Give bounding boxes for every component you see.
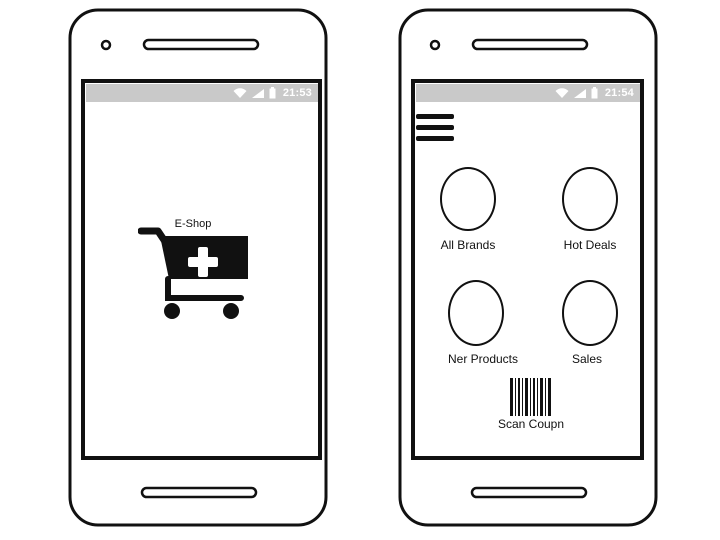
signal-icon: [251, 88, 264, 98]
phone-home: 21:54 All Brands Hot Deals Ner Products …: [392, 0, 662, 540]
tile-new-products-button[interactable]: [448, 280, 504, 346]
status-bar: 21:54: [416, 84, 640, 102]
hamburger-menu-icon[interactable]: [416, 114, 454, 147]
scan-coupon-label: Scan Coupn: [497, 417, 565, 431]
home-screen: 21:54 All Brands Hot Deals Ner Products …: [416, 84, 640, 456]
status-time: 21:53: [282, 87, 312, 99]
wifi-icon: [555, 87, 569, 98]
status-time: 21:54: [604, 87, 634, 99]
tile-hot-deals-button[interactable]: [562, 167, 618, 231]
phone-splash: 21:53 E-Shop: [62, 0, 332, 540]
barcode-icon[interactable]: [510, 378, 552, 416]
signal-icon: [573, 88, 586, 98]
shopping-cart-icon: [138, 227, 248, 319]
battery-icon: [269, 87, 276, 99]
splash-screen: 21:53 E-Shop: [86, 84, 318, 456]
battery-icon: [591, 87, 598, 99]
tile-sales-button[interactable]: [562, 280, 618, 346]
tile-label: Ner Products: [447, 352, 519, 366]
tile-label: All Brands: [440, 238, 496, 252]
tile-all-brands-button[interactable]: [440, 167, 496, 231]
tile-label: Hot Deals: [563, 238, 617, 252]
status-bar: 21:53: [86, 84, 318, 102]
wifi-icon: [233, 87, 247, 98]
tile-label: Sales: [571, 352, 603, 366]
